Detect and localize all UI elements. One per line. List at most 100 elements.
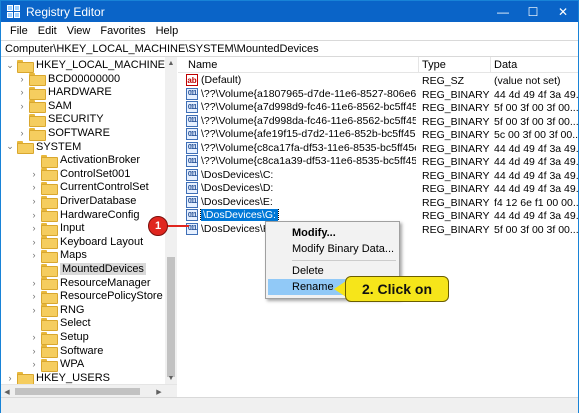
value-type: REG_BINARY: [422, 88, 490, 101]
chevron-down-icon[interactable]: ⌄: [5, 58, 15, 72]
scroll-down-arrow-icon[interactable]: ▼: [165, 372, 177, 384]
column-divider[interactable]: [418, 57, 419, 73]
value-type: REG_BINARY: [422, 210, 490, 222]
tree-item[interactable]: ActivationBroker: [29, 153, 140, 168]
tree-item-label: Select: [60, 317, 91, 330]
value-row[interactable]: 011 \DosDevices\D: REG_BINARY 44 4d 49 4f 3…: [178, 182, 578, 196]
tree-item[interactable]: › CurrentControlSet: [29, 180, 149, 195]
tree-item-label: DriverDatabase: [60, 195, 137, 207]
chevron-right-icon[interactable]: ›: [29, 194, 39, 208]
chevron-right-icon[interactable]: ›: [17, 85, 27, 99]
value-row[interactable]: 011 \DosDevices\C: REG_BINARY 44 4d 49 4f 3…: [178, 168, 578, 183]
chevron-right-icon[interactable]: ›: [17, 99, 27, 113]
tree-item[interactable]: › HARDWARE: [17, 85, 112, 100]
chevron-right-icon[interactable]: ›: [29, 248, 39, 262]
address-bar[interactable]: Computer\HKEY_LOCAL_MACHINE\SYSTEM\Mount…: [1, 40, 578, 57]
tree-item[interactable]: › HKEY_USERS: [5, 371, 110, 386]
menu-file[interactable]: File: [5, 25, 33, 37]
tree-item[interactable]: › DriverDatabase: [29, 194, 137, 209]
value-row[interactable]: 011 \??\Volume{a1807965-d7de-11e6-8527-80…: [178, 87, 578, 102]
folder-icon: [41, 168, 58, 182]
chevron-right-icon[interactable]: ›: [29, 208, 39, 222]
tree-item[interactable]: SECURITY: [17, 112, 104, 127]
tree-item[interactable]: › HardwareConfig: [29, 208, 139, 223]
title-bar: Registry Editor — ☐ ✕: [1, 1, 578, 22]
chevron-right-icon[interactable]: ›: [29, 180, 39, 194]
value-row[interactable]: 011 \??\Volume{c8ca17fa-df53-11e6-8535-bc…: [178, 141, 578, 156]
menu-edit[interactable]: Edit: [33, 25, 62, 37]
column-header-data[interactable]: Data: [494, 59, 517, 71]
folder-icon: [41, 154, 58, 168]
tree-horizontal-scroll-thumb[interactable]: [15, 388, 140, 395]
chevron-right-icon[interactable]: ›: [29, 303, 39, 317]
chevron-down-icon[interactable]: ⌄: [5, 140, 15, 154]
value-row[interactable]: 011 \??\Volume{a7d998da-fc46-11e6-8562-bc…: [178, 114, 578, 129]
chevron-right-icon[interactable]: ›: [29, 357, 39, 371]
tree-item[interactable]: ⌄ HKEY_LOCAL_MACHINE: [5, 58, 165, 73]
context-menu-modify[interactable]: Modify...: [268, 225, 397, 241]
chevron-right-icon[interactable]: ›: [29, 344, 39, 358]
value-name-cell: 011 \??\Volume{a7d998da-fc46-11e6-8562-bc…: [186, 114, 416, 127]
folder-icon: [17, 372, 34, 386]
tree-item[interactable]: › Input: [29, 221, 85, 236]
chevron-right-icon[interactable]: ›: [29, 235, 39, 249]
tree-item[interactable]: MountedDevices: [29, 262, 146, 277]
tree-vertical-scroll-thumb[interactable]: [167, 257, 175, 377]
value-name-cell: 011 \??\Volume{c8ca17fa-df53-11e6-8535-bc…: [186, 141, 416, 154]
value-row[interactable]: ab (Default) REG_SZ (value not set): [178, 74, 578, 88]
chevron-right-icon[interactable]: ›: [29, 289, 39, 303]
chevron-right-icon[interactable]: ›: [5, 371, 15, 385]
menu-view[interactable]: View: [62, 25, 96, 37]
tree-item[interactable]: › SAM: [17, 99, 72, 114]
value-name-cell: 011 \??\Volume{c8ca1a39-df53-11e6-8535-bc…: [186, 155, 416, 167]
column-header-name[interactable]: Name: [188, 59, 217, 71]
context-menu-modify-binary[interactable]: Modify Binary Data...: [268, 241, 397, 257]
step-1-marker: 1: [148, 216, 168, 236]
tree-item[interactable]: › Software: [29, 344, 103, 359]
tree-item[interactable]: › WPA: [29, 357, 84, 372]
folder-icon: [17, 141, 34, 155]
window-title: Registry Editor: [26, 4, 105, 19]
tree-item[interactable]: › Maps: [29, 248, 87, 263]
menu-help[interactable]: Help: [151, 25, 184, 37]
menu-favorites[interactable]: Favorites: [95, 25, 150, 37]
close-button[interactable]: ✕: [548, 1, 578, 22]
value-type: REG_BINARY: [422, 196, 490, 209]
folder-icon: [41, 358, 58, 372]
tree-item-label: Input: [60, 222, 85, 235]
value-row[interactable]: 011 \??\Volume{afe19f15-d7d2-11e6-852b-bc…: [178, 128, 578, 142]
value-row[interactable]: 011 \??\Volume{a7d998d9-fc46-11e6-8562-bc…: [178, 101, 578, 115]
tree-item[interactable]: › RNG: [29, 303, 84, 318]
tree-item[interactable]: › Setup: [29, 330, 89, 345]
chevron-right-icon[interactable]: ›: [17, 126, 27, 140]
tree-item[interactable]: Select: [29, 316, 91, 331]
column-divider[interactable]: [490, 57, 491, 73]
tree-horizontal-scrollbar[interactable]: ◀ ▶: [1, 384, 177, 397]
chevron-right-icon[interactable]: ›: [17, 72, 27, 86]
tree-item[interactable]: › ControlSet001: [29, 167, 130, 182]
tree-item[interactable]: › ResourceManager: [29, 276, 151, 291]
minimize-button[interactable]: —: [488, 1, 518, 22]
tree-item[interactable]: › ResourcePolicyStore: [29, 289, 163, 304]
chevron-right-icon[interactable]: ›: [29, 221, 39, 235]
value-type: REG_BINARY: [422, 142, 490, 155]
tree-item[interactable]: › Keyboard Layout: [29, 235, 143, 250]
value-type: REG_BINARY: [422, 115, 490, 128]
chevron-right-icon[interactable]: ›: [29, 167, 39, 181]
value-type: REG_BINARY: [422, 183, 490, 195]
tree-item-label: SYSTEM: [36, 140, 82, 153]
binary-value-icon: 011: [186, 128, 198, 140]
chevron-right-icon[interactable]: ›: [29, 330, 39, 344]
tree-item[interactable]: ⌄ SYSTEM: [5, 140, 82, 155]
value-name: \??\Volume{a7d998da-fc46-11e6-8562-bc5ff…: [201, 114, 416, 127]
tree-item-label: Setup: [60, 331, 89, 343]
chevron-right-icon[interactable]: ›: [29, 276, 39, 290]
folder-icon: [29, 113, 46, 127]
value-row[interactable]: 011 \??\Volume{c8ca1a39-df53-11e6-8535-bc…: [178, 155, 578, 169]
maximize-button[interactable]: ☐: [518, 1, 548, 22]
column-header-type[interactable]: Type: [422, 59, 446, 71]
scroll-up-arrow-icon[interactable]: ▲: [165, 57, 177, 69]
tree-item[interactable]: › BCD00000000: [17, 72, 120, 87]
value-row[interactable]: 011 \DosDevices\E: REG_BINARY f4 12 6e f1 0…: [178, 195, 578, 210]
tree-item[interactable]: › SOFTWARE: [17, 126, 110, 141]
